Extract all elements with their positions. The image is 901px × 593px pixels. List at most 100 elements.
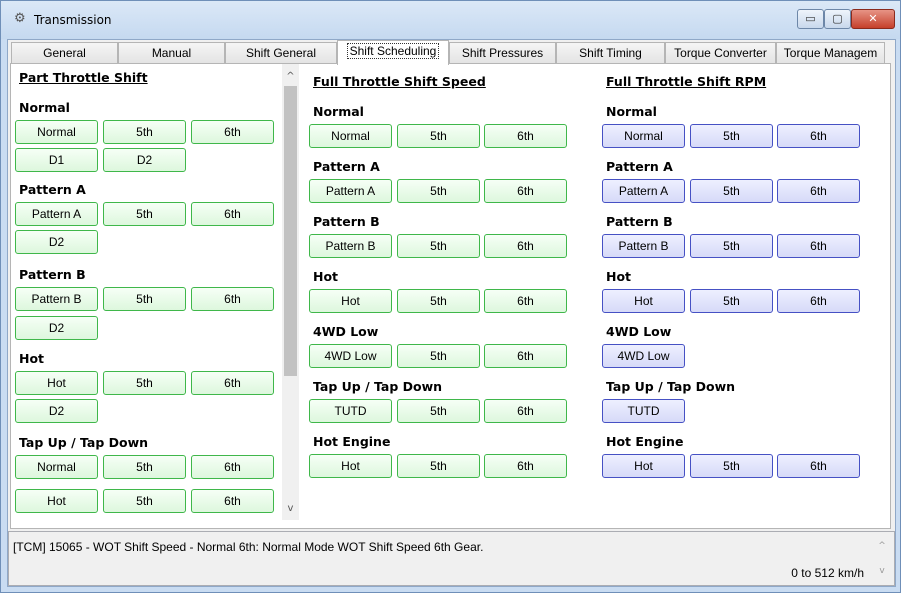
fts-hot-5th-button[interactable]: 5th xyxy=(397,289,480,313)
ftr-pattern-b-button[interactable]: Pattern B xyxy=(602,234,685,258)
ftr-normal-5th-button[interactable]: 5th xyxy=(690,124,773,148)
pt-hot-button[interactable]: Hot xyxy=(15,371,98,395)
pt-pattern-b-5th-button[interactable]: 5th xyxy=(103,287,186,311)
pt-pattern-b-label: Pattern B xyxy=(19,267,86,282)
tab-shift-timing[interactable]: Shift Timing xyxy=(556,42,665,64)
fts-hot-6th-button[interactable]: 6th xyxy=(484,289,567,313)
ftr-hot-engine-button[interactable]: Hot xyxy=(602,454,685,478)
ftr-tutd-label: Tap Up / Tap Down xyxy=(606,379,736,394)
pt-tutd-normal-6th-button[interactable]: 6th xyxy=(191,455,274,479)
fts-hot-engine-6th-button[interactable]: 6th xyxy=(484,454,567,478)
fts-4wd-low-6th-button[interactable]: 6th xyxy=(484,344,567,368)
ftr-hot-6th-button[interactable]: 6th xyxy=(777,289,860,313)
ftr-pattern-b-5th-button[interactable]: 5th xyxy=(690,234,773,258)
fts-hot-engine-5th-button[interactable]: 5th xyxy=(397,454,480,478)
minimize-button[interactable]: ▭ xyxy=(797,9,824,29)
tab-label: Manual xyxy=(151,46,192,60)
fts-4wd-low-5th-button[interactable]: 5th xyxy=(397,344,480,368)
fts-pattern-a-label: Pattern A xyxy=(313,159,380,174)
ftr-normal-6th-button[interactable]: 6th xyxy=(777,124,860,148)
tab-shift-pressures[interactable]: Shift Pressures xyxy=(449,42,556,64)
tab-label: General xyxy=(43,46,86,60)
fts-pattern-a-5th-button[interactable]: 5th xyxy=(397,179,480,203)
tab-strip: General Manual Shift General Shift Sched… xyxy=(8,40,895,65)
status-scroll-up-icon[interactable]: ^ xyxy=(876,540,888,552)
pt-normal-d1-button[interactable]: D1 xyxy=(15,148,98,172)
part-throttle-title: Part Throttle Shift xyxy=(19,70,148,85)
fts-tutd-5th-button[interactable]: 5th xyxy=(397,399,480,423)
fts-normal-button[interactable]: Normal xyxy=(309,124,392,148)
client-area: General Manual Shift General Shift Sched… xyxy=(7,39,896,587)
pt-hot-6th-button[interactable]: 6th xyxy=(191,371,274,395)
fts-pattern-b-6th-button[interactable]: 6th xyxy=(484,234,567,258)
fts-normal-5th-button[interactable]: 5th xyxy=(397,124,480,148)
pt-normal-d2-button[interactable]: D2 xyxy=(103,148,186,172)
ftr-pattern-a-5th-button[interactable]: 5th xyxy=(690,179,773,203)
pt-pattern-a-5th-button[interactable]: 5th xyxy=(103,202,186,226)
tab-shift-scheduling[interactable]: Shift Scheduling xyxy=(337,40,449,65)
ftr-hot-label: Hot xyxy=(606,269,632,284)
fts-hot-engine-label: Hot Engine xyxy=(313,434,391,449)
tab-label: Shift Scheduling xyxy=(346,43,440,59)
fts-pattern-a-button[interactable]: Pattern A xyxy=(309,179,392,203)
tab-shift-general[interactable]: Shift General xyxy=(225,42,337,64)
pt-pattern-a-d2-button[interactable]: D2 xyxy=(15,230,98,254)
pt-normal-label: Normal xyxy=(19,100,70,115)
tab-torque-management[interactable]: Torque Managem xyxy=(776,42,885,64)
fts-pattern-b-5th-button[interactable]: 5th xyxy=(397,234,480,258)
scroll-thumb[interactable] xyxy=(284,86,297,376)
ftr-pattern-b-6th-button[interactable]: 6th xyxy=(777,234,860,258)
fts-hot-engine-button[interactable]: Hot xyxy=(309,454,392,478)
ftr-pattern-a-6th-button[interactable]: 6th xyxy=(777,179,860,203)
fts-tutd-label: Tap Up / Tap Down xyxy=(313,379,443,394)
fts-tutd-6th-button[interactable]: 6th xyxy=(484,399,567,423)
pt-pattern-a-button[interactable]: Pattern A xyxy=(15,202,98,226)
fts-normal-6th-button[interactable]: 6th xyxy=(484,124,567,148)
ftr-hot-engine-label: Hot Engine xyxy=(606,434,684,449)
pt-pattern-b-6th-button[interactable]: 6th xyxy=(191,287,274,311)
ftr-pattern-a-button[interactable]: Pattern A xyxy=(602,179,685,203)
full-throttle-rpm-title: Full Throttle Shift RPM xyxy=(606,74,767,89)
ftr-4wd-low-button[interactable]: 4WD Low xyxy=(602,344,685,368)
pt-normal-6th-button[interactable]: 6th xyxy=(191,120,274,144)
fts-4wd-low-button[interactable]: 4WD Low xyxy=(309,344,392,368)
pt-hot-d2-button[interactable]: D2 xyxy=(15,399,98,423)
tab-torque-converter[interactable]: Torque Converter xyxy=(665,42,776,64)
pt-tutd-hot-button[interactable]: Hot xyxy=(15,489,98,513)
pt-tutd-normal-5th-button[interactable]: 5th xyxy=(103,455,186,479)
maximize-button[interactable]: ▢ xyxy=(824,9,851,29)
pt-pattern-a-6th-button[interactable]: 6th xyxy=(191,202,274,226)
tab-label: Shift Pressures xyxy=(461,46,544,60)
transmission-window: ⚙ Transmission ▭ ▢ ✕ General Manual Shif… xyxy=(0,0,901,593)
pt-pattern-b-button[interactable]: Pattern B xyxy=(15,287,98,311)
tab-manual[interactable]: Manual xyxy=(118,42,225,64)
pt-tutd-hot-5th-button[interactable]: 5th xyxy=(103,489,186,513)
part-throttle-scrollbar[interactable]: ^ v xyxy=(282,64,299,520)
ftr-tutd-button[interactable]: TUTD xyxy=(602,399,685,423)
ftr-hot-engine-6th-button[interactable]: 6th xyxy=(777,454,860,478)
ftr-normal-button[interactable]: Normal xyxy=(602,124,685,148)
close-button[interactable]: ✕ xyxy=(851,9,895,29)
pt-tutd-normal-button[interactable]: Normal xyxy=(15,455,98,479)
ftr-hot-engine-5th-button[interactable]: 5th xyxy=(690,454,773,478)
fts-tutd-button[interactable]: TUTD xyxy=(309,399,392,423)
pt-tutd-hot-6th-button[interactable]: 6th xyxy=(191,489,274,513)
fts-hot-button[interactable]: Hot xyxy=(309,289,392,313)
pt-normal-button[interactable]: Normal xyxy=(15,120,98,144)
title-bar[interactable]: ⚙ Transmission ▭ ▢ ✕ xyxy=(1,1,900,39)
shift-scheduling-page: Part Throttle Shift Normal Normal 5th 6t… xyxy=(10,63,891,529)
pt-normal-5th-button[interactable]: 5th xyxy=(103,120,186,144)
ftr-hot-5th-button[interactable]: 5th xyxy=(690,289,773,313)
pt-hot-label: Hot xyxy=(19,351,45,366)
pt-hot-5th-button[interactable]: 5th xyxy=(103,371,186,395)
ftr-hot-button[interactable]: Hot xyxy=(602,289,685,313)
fts-pattern-a-6th-button[interactable]: 6th xyxy=(484,179,567,203)
scroll-down-arrow-icon[interactable]: v xyxy=(282,500,299,517)
fts-normal-label: Normal xyxy=(313,104,364,119)
scroll-up-arrow-icon[interactable]: ^ xyxy=(282,68,299,85)
status-scroll-down-icon[interactable]: v xyxy=(876,565,888,577)
tab-label: Torque Converter xyxy=(674,46,767,60)
pt-pattern-b-d2-button[interactable]: D2 xyxy=(15,316,98,340)
fts-pattern-b-button[interactable]: Pattern B xyxy=(309,234,392,258)
tab-general[interactable]: General xyxy=(11,42,118,64)
